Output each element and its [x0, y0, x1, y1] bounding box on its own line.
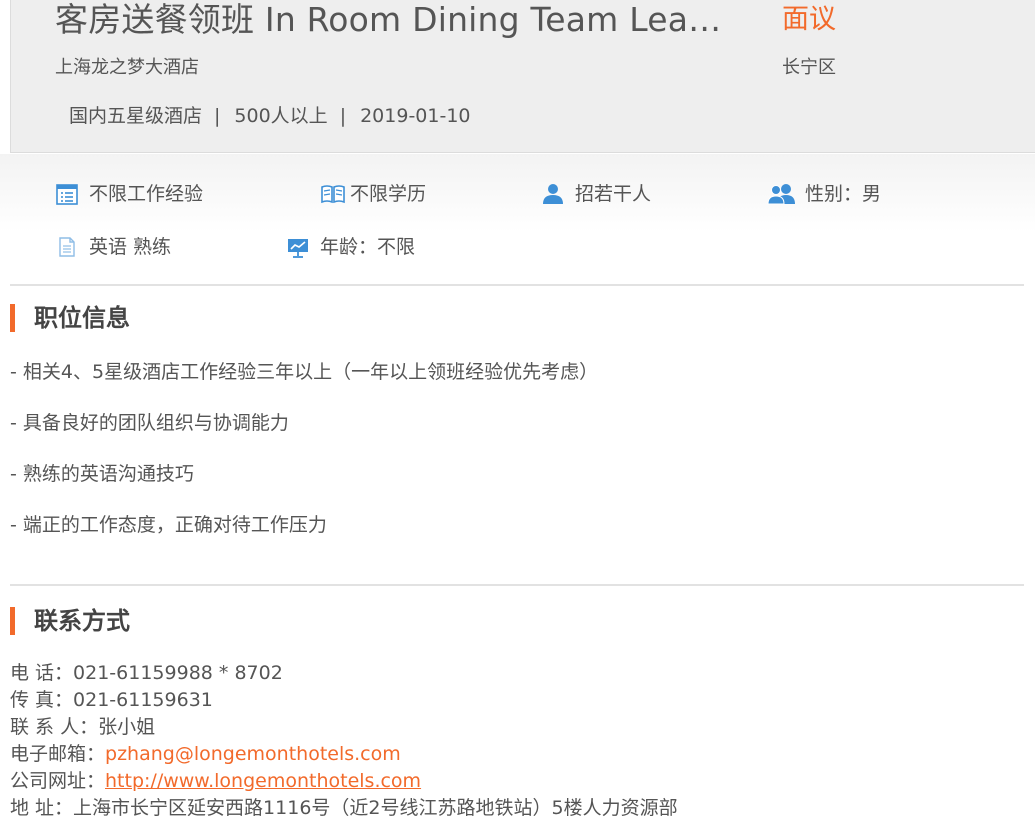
calendar-list-icon: [56, 184, 78, 205]
company-type: 国内五星级酒店: [69, 105, 203, 127]
person-icon: [543, 184, 563, 204]
language-label: 英语 熟练: [89, 236, 172, 258]
duty-item: - 具备良好的团队组织与协调能力: [10, 412, 289, 434]
contact-website: 公司网址：http://www.longemonthotels.com: [10, 768, 421, 795]
phone-value: 021-61159988 * 8702: [73, 662, 283, 684]
website-link[interactable]: http://www.longemonthotels.com: [105, 770, 421, 792]
contact-phone: 电 话：021-61159988 * 8702: [10, 660, 283, 687]
fax-label: 传 真：: [10, 689, 74, 711]
meta-separator: |: [214, 105, 221, 127]
phone-label: 电 话：: [10, 662, 74, 684]
document-icon: [59, 237, 75, 257]
duty-item: - 熟练的英语沟通技巧: [10, 463, 194, 485]
requirement-education: 不限学历: [320, 181, 426, 207]
section-divider: [10, 584, 1024, 586]
duty-item: - 端正的工作态度，正确对待工作压力: [10, 514, 327, 536]
job-requirements: 不限工作经验 不限学历 招若干人 性别：男 英语 熟练 年龄：不限: [0, 154, 1035, 284]
salary: 面议: [782, 4, 836, 35]
company-meta: 国内五星级酒店 | 500人以上 | 2019-01-10: [69, 103, 471, 129]
post-date: 2019-01-10: [360, 105, 471, 127]
meta-separator: |: [339, 105, 347, 127]
person-label: 联 系 人：: [10, 716, 99, 738]
requirement-gender: 性别：男: [767, 181, 881, 207]
district: 长宁区: [782, 57, 836, 78]
fax-value: 021-61159631: [73, 689, 213, 711]
open-book-icon: [321, 185, 345, 204]
contact-address: 地 址：上海市长宁区延安西路1116号（近2号线江苏路地铁站）5楼人力资源部: [10, 795, 678, 822]
person-value: 张小姐: [98, 716, 156, 738]
address-label: 地 址：: [10, 797, 74, 819]
experience-label: 不限工作经验: [89, 183, 204, 205]
job-title: 客房送餐领班 In Room Dining Team Lea…: [55, 0, 722, 39]
contact-person: 联 系 人：张小姐: [10, 714, 155, 741]
requirement-experience: 不限工作经验: [55, 181, 203, 207]
company-name[interactable]: 上海龙之梦大酒店: [55, 56, 199, 80]
gender-label: 性别：男: [805, 183, 882, 205]
requirement-headcount: 招若干人: [541, 181, 651, 207]
contact-fax: 传 真：021-61159631: [10, 687, 213, 714]
website-label: 公司网址：: [10, 770, 106, 792]
job-header: 客房送餐领班 In Room Dining Team Lea… 面议 上海龙之梦…: [10, 0, 1035, 153]
email-label: 电子邮箱：: [10, 743, 106, 765]
education-label: 不限学历: [350, 183, 427, 205]
people-icon: [767, 184, 795, 205]
contact-email: 电子邮箱：pzhang@longemonthotels.com: [10, 741, 401, 768]
requirement-age: 年龄：不限: [286, 234, 415, 260]
section-divider: [10, 284, 1024, 286]
age-label: 年龄：不限: [320, 236, 416, 258]
email-value[interactable]: pzhang@longemonthotels.com: [105, 743, 401, 765]
company-size: 500人以上: [234, 105, 328, 127]
address-value: 上海市长宁区延安西路1116号（近2号线江苏路地铁站）5楼人力资源部: [73, 797, 678, 819]
presentation-chart-icon: [288, 239, 308, 258]
job-info-title: 职位信息: [10, 302, 130, 334]
headcount-label: 招若干人: [575, 183, 652, 205]
duty-item: - 相关4、5星级酒店工作经验三年以上（一年以上领班经验优先考虑）: [10, 361, 599, 383]
requirement-language: 英语 熟练: [55, 234, 171, 260]
contact-title: 联系方式: [10, 605, 130, 637]
